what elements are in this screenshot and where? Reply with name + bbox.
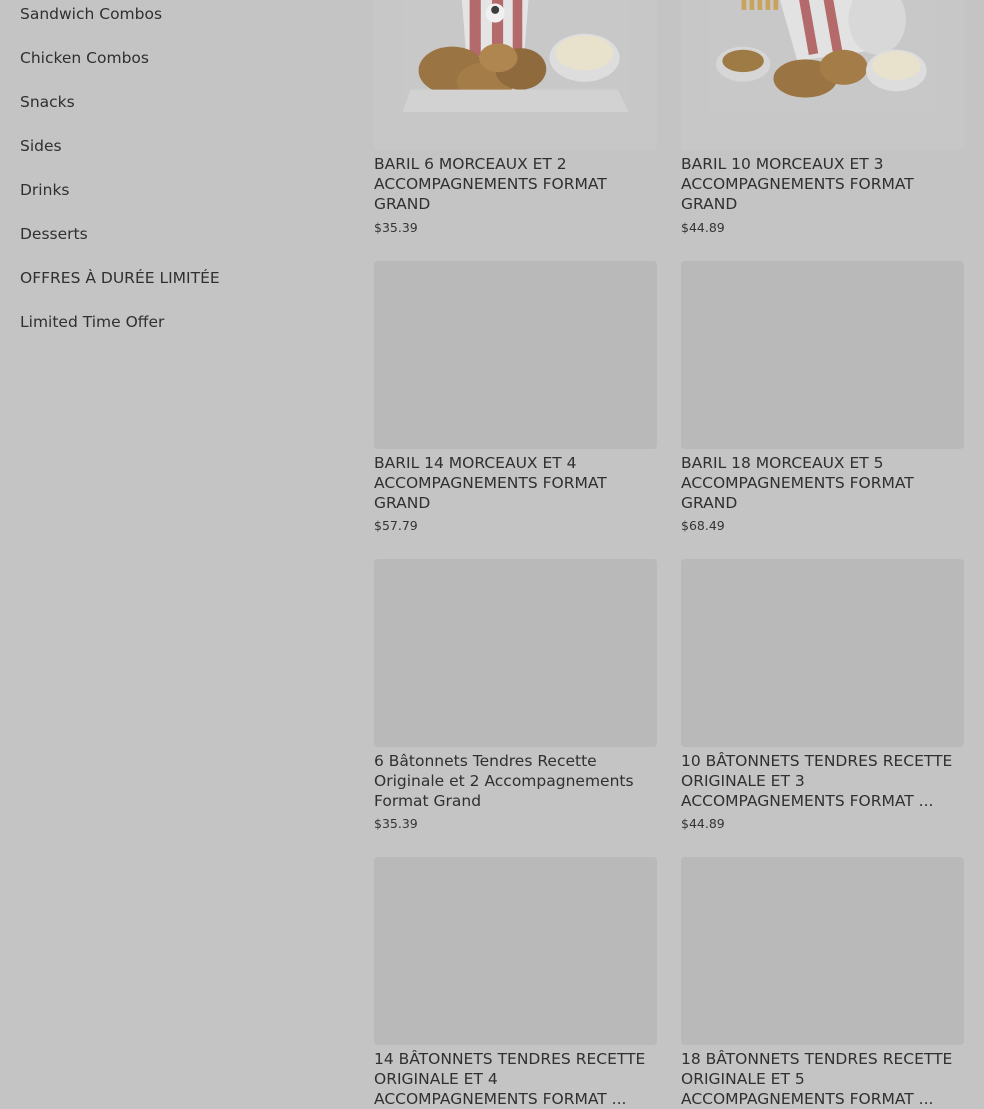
- image-placeholder[interactable]: [681, 559, 964, 747]
- sidebar-item-desserts[interactable]: Desserts: [20, 224, 88, 244]
- page: Sandwich Combos Chicken Combos Snacks Si…: [0, 0, 984, 1109]
- sidebar-item-snacks[interactable]: Snacks: [20, 92, 75, 112]
- product-title[interactable]: 10 BÂTONNETS TENDRES RECETTE ORIGINALE E…: [681, 751, 964, 811]
- sidebar-item-sides[interactable]: Sides: [20, 136, 62, 156]
- product-price: $57.79: [374, 518, 418, 533]
- bucket-meal-photo[interactable]: [681, 0, 964, 150]
- product-price: $35.39: [374, 220, 418, 235]
- product-price: $68.49: [681, 518, 725, 533]
- sidebar-item-offres-duree-limitee[interactable]: OFFRES À DURÉE LIMITÉE: [20, 268, 220, 288]
- sidebar-item-chicken-combos[interactable]: Chicken Combos: [20, 48, 149, 68]
- image-placeholder[interactable]: [374, 261, 657, 449]
- sidebar-item-limited-time-offer[interactable]: Limited Time Offer: [20, 312, 164, 332]
- product-price: $44.89: [681, 816, 725, 831]
- product-price: $35.39: [374, 816, 418, 831]
- product-title[interactable]: 14 BÂTONNETS TENDRES RECETTE ORIGINALE E…: [374, 1049, 657, 1109]
- product-title[interactable]: 6 Bâtonnets Tendres Recette Originale et…: [374, 751, 657, 811]
- product-price: $44.89: [681, 220, 725, 235]
- product-title[interactable]: BARIL 6 MORCEAUX ET 2 ACCOMPAGNEMENTS FO…: [374, 154, 657, 214]
- bucket-meal-photo[interactable]: [374, 0, 657, 150]
- image-placeholder[interactable]: [681, 261, 964, 449]
- image-placeholder[interactable]: [681, 857, 964, 1045]
- product-title[interactable]: BARIL 10 MORCEAUX ET 3 ACCOMPAGNEMENTS F…: [681, 154, 964, 214]
- bucket-meal-image: [402, 0, 629, 112]
- product-title[interactable]: BARIL 18 MORCEAUX ET 5 ACCOMPAGNEMENTS F…: [681, 453, 964, 513]
- image-placeholder[interactable]: [374, 559, 657, 747]
- product-title[interactable]: BARIL 14 MORCEAUX ET 4 ACCOMPAGNEMENTS F…: [374, 453, 657, 513]
- bucket-meal-image: [709, 0, 936, 112]
- sidebar-item-drinks[interactable]: Drinks: [20, 180, 70, 200]
- image-placeholder[interactable]: [374, 857, 657, 1045]
- sidebar-item-sandwich-combos[interactable]: Sandwich Combos: [20, 4, 162, 24]
- product-title[interactable]: 18 BÂTONNETS TENDRES RECETTE ORIGINALE E…: [681, 1049, 964, 1109]
